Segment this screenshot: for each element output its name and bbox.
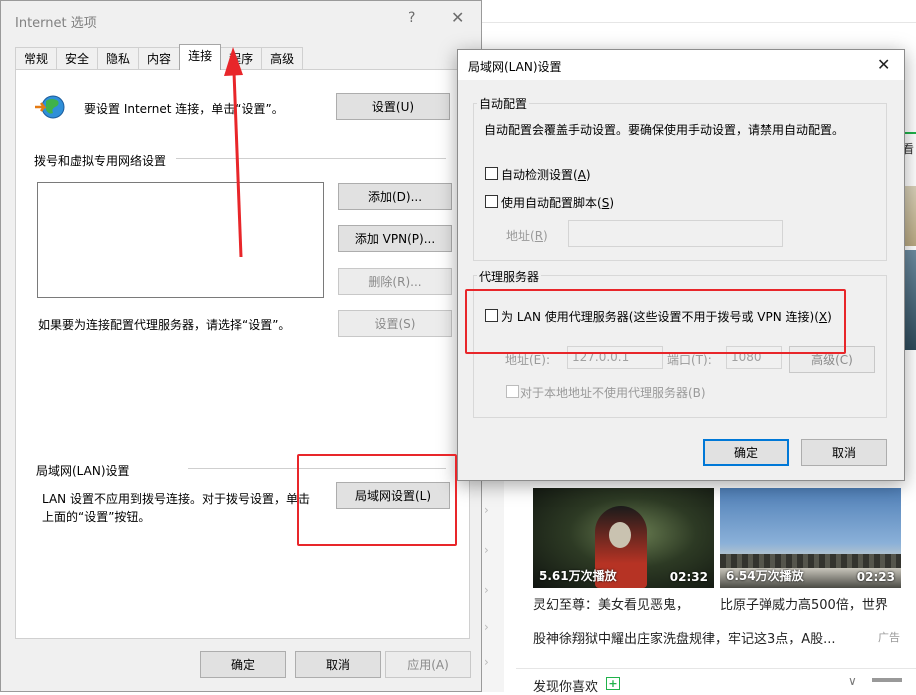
connection-settings-button[interactable]: 设置(S) (338, 310, 452, 337)
connection-list[interactable] (37, 182, 324, 298)
video-duration: 02:23 (856, 570, 895, 584)
bypass-local-checkbox[interactable] (506, 385, 519, 398)
globe-network-icon (35, 95, 65, 119)
close-icon[interactable]: ✕ (877, 55, 890, 74)
auto-script-checkbox[interactable] (485, 195, 498, 208)
browser-divider (482, 22, 916, 23)
auto-script-label[interactable]: 使用自动配置脚本(S) (501, 194, 614, 211)
proxy-hint: 如果要为连接配置代理服务器，请选择“设置”。 (38, 318, 291, 332)
lan-settings-dialog: 局域网(LAN)设置 ✕ 自动配置 自动配置会覆盖手动设置。要确保使用手动设置，… (457, 49, 905, 481)
ok-button[interactable]: 确定 (200, 651, 286, 678)
discover-heading: 发现你喜欢 (533, 680, 599, 695)
video-thumbnail[interactable]: 6.54万次播放 02:23 (720, 488, 901, 588)
dialog-titlebar: 局域网(LAN)设置 ✕ (458, 50, 904, 80)
chevron-right-icon[interactable]: › (484, 620, 489, 634)
tab-content[interactable]: 内容 (138, 47, 181, 70)
annotation-highlight-lan-button (297, 454, 457, 546)
dialog-title: 局域网(LAN)设置 (468, 60, 562, 74)
apply-button[interactable]: 应用(A) (385, 651, 471, 678)
auto-config-description: 自动配置会覆盖手动设置。要确保使用手动设置，请禁用自动配置。 (484, 123, 845, 137)
plus-icon[interactable]: + (606, 677, 620, 690)
lan-section-label: 局域网(LAN)设置 (36, 464, 130, 478)
dialup-section-label: 拨号和虚拟专用网络设置 (34, 154, 167, 168)
remove-connection-button[interactable]: 删除(R)... (338, 268, 452, 295)
ad-badge: 广告 (878, 631, 900, 644)
setup-button[interactable]: 设置(U) (336, 93, 450, 120)
help-icon[interactable]: ? (408, 10, 415, 26)
video-thumbnail[interactable]: 5.61万次播放 02:32 (533, 488, 714, 588)
tab-privacy[interactable]: 隐私 (97, 47, 140, 70)
cancel-button[interactable]: 取消 (295, 651, 381, 678)
dialog-title: Internet 选项 (15, 16, 97, 31)
video-skyline (720, 554, 901, 568)
add-connection-button[interactable]: 添加(D)... (338, 183, 452, 210)
annotation-highlight-proxy-option (465, 289, 846, 354)
tab-security[interactable]: 安全 (56, 47, 99, 70)
auto-detect-label[interactable]: 自动检测设置(A) (501, 166, 591, 183)
chevron-right-icon[interactable]: › (484, 655, 489, 669)
lan-description-line1: LAN 设置不应用到拨号连接。对于拨号设置，单击 (42, 492, 310, 506)
tab-general[interactable]: 常规 (15, 47, 58, 70)
script-address-label: 地址(R) (506, 229, 548, 243)
video-face (609, 522, 631, 548)
scroll-indicator[interactable] (872, 678, 902, 682)
close-icon[interactable]: ✕ (451, 8, 464, 27)
add-vpn-button[interactable]: 添加 VPN(P)... (338, 225, 452, 252)
internet-options-dialog: Internet 选项 ? ✕ 常规 安全 隐私 内容 连接 程序 高级 要设置… (0, 0, 482, 692)
chevron-right-icon[interactable]: › (484, 543, 489, 557)
tab-connections[interactable]: 连接 (179, 44, 222, 70)
chevron-down-icon[interactable]: ∨ (848, 674, 857, 688)
proxy-server-group-label: 代理服务器 (477, 268, 542, 285)
bypass-local-label: 对于本地地址不使用代理服务器(B) (520, 386, 706, 400)
cancel-button[interactable]: 取消 (801, 439, 887, 466)
video-view-count: 5.61万次播放 (539, 569, 617, 583)
setup-instruction: 要设置 Internet 连接，单击“设置”。 (84, 102, 284, 116)
ok-button[interactable]: 确定 (703, 439, 789, 466)
news-headline-link[interactable]: 股神徐翔狱中耀出庄家洗盘规律，牢记这3点，A股... (533, 628, 836, 647)
tab-strip: 常规 安全 隐私 内容 连接 程序 高级 (15, 44, 304, 70)
auto-detect-checkbox[interactable] (485, 167, 498, 180)
lan-description-line2: 上面的“设置”按钮。 (42, 510, 151, 524)
chevron-right-icon[interactable]: › (484, 503, 489, 517)
tab-programs[interactable]: 程序 (220, 47, 263, 70)
section-divider (516, 668, 916, 669)
video-title[interactable]: 灵幻至尊：美女看见恶鬼， (533, 594, 689, 613)
tab-advanced[interactable]: 高级 (261, 47, 304, 70)
script-address-input[interactable] (568, 220, 783, 247)
video-title[interactable]: 比原子弹威力高500倍，世界 (720, 594, 888, 613)
auto-config-group-label: 自动配置 (477, 95, 530, 112)
section-divider (176, 158, 446, 159)
video-duration: 02:32 (669, 570, 708, 584)
chevron-right-icon[interactable]: › (484, 583, 489, 597)
video-view-count: 6.54万次播放 (726, 569, 804, 583)
